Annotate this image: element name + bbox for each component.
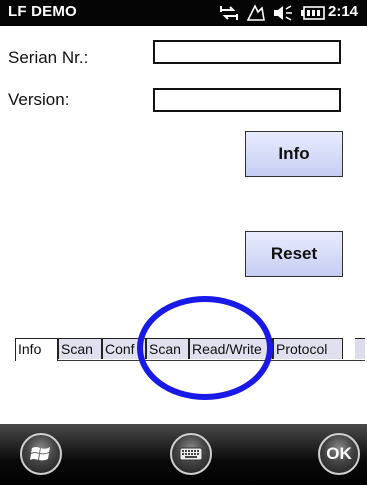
ok-label: OK — [326, 444, 352, 463]
serial-number-label: Serian Nr.: — [8, 48, 89, 67]
sync-icon — [220, 6, 238, 20]
tab-config[interactable]: Conf — [102, 338, 146, 359]
keyboard-icon — [179, 447, 203, 461]
tab-scan-2[interactable]: Scan — [146, 338, 189, 359]
signal-icon — [246, 4, 265, 21]
tab-info[interactable]: Info — [15, 338, 58, 361]
tab-strip: Info Scan Conf Scan Read/Write Protocol — [15, 338, 365, 361]
version-field[interactable] — [153, 88, 341, 112]
battery-icon — [301, 6, 325, 20]
tab-scroll-area — [355, 338, 365, 359]
tab-protocol[interactable]: Protocol — [273, 338, 343, 359]
status-icons — [218, 2, 326, 24]
title-bar: LF DEMO 2:14 — [0, 0, 367, 26]
reset-button[interactable]: Reset — [245, 231, 343, 277]
ok-button[interactable]: OK — [318, 433, 360, 475]
version-label: Version: — [8, 90, 70, 109]
start-button[interactable] — [20, 433, 62, 475]
keyboard-button[interactable] — [170, 433, 212, 475]
app-title: LF DEMO — [8, 3, 77, 20]
serial-number-field[interactable] — [153, 40, 341, 64]
clock: 2:14 — [328, 3, 359, 20]
tab-scan[interactable]: Scan — [58, 338, 102, 359]
info-button[interactable]: Info — [245, 131, 343, 177]
tab-read-write[interactable]: Read/Write — [189, 338, 273, 359]
volume-icon — [274, 5, 292, 21]
windows-start-icon — [30, 447, 50, 461]
